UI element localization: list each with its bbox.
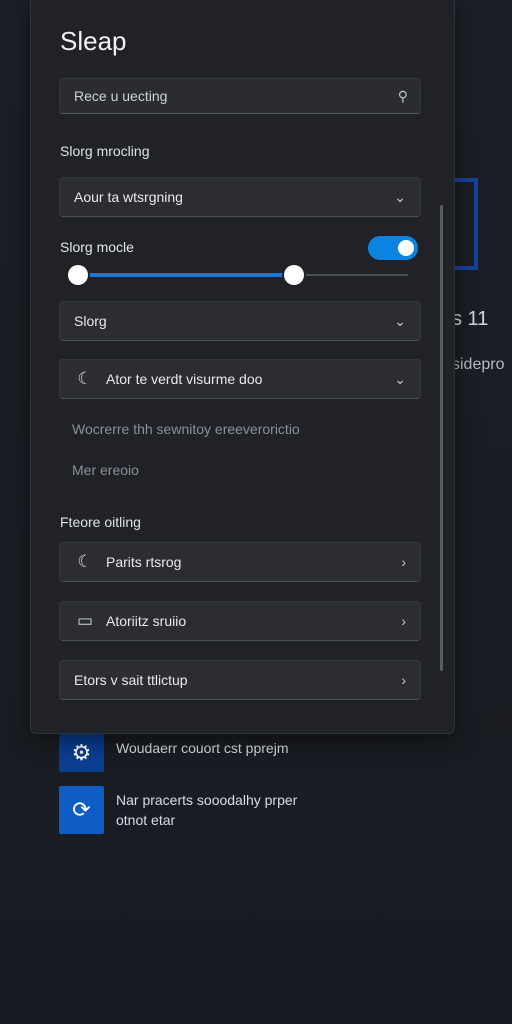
range-slider-fill [78, 273, 294, 277]
nav-item[interactable]: ▭ Atoriitz sruiio › [59, 601, 421, 641]
nav-item-label: Atoriitz sruiio [106, 613, 187, 629]
nav-item[interactable]: ☾ Parits rtsrog › [59, 542, 421, 582]
sleep-mode-toggle[interactable] [368, 236, 418, 260]
dropdown-sleep[interactable]: Slorg ⌄ [59, 301, 421, 341]
background-item-line: Nar pracerts sooodalhy prper [116, 792, 298, 808]
chevron-down-icon: ⌄ [394, 312, 406, 329]
nav-item-label: Etors v sait ttlictup [74, 672, 188, 688]
search-input[interactable]: Rece u uecting ⚲ [59, 78, 421, 114]
refresh-app-icon: ⟳ [59, 786, 104, 834]
background-item-text: Nar pracerts sooodalhy prper otnot etar [116, 786, 297, 830]
range-slider-max-handle[interactable] [284, 265, 304, 285]
background-heading-fragment: s 11 [452, 308, 489, 330]
section-heading: Slorg mrocling [60, 143, 150, 159]
panel-title: Sleap [60, 26, 127, 56]
settings-app-icon: ⚙ [59, 734, 104, 772]
toggle-knob [398, 240, 414, 256]
description-text: Mer ereoio [72, 462, 139, 478]
scrollbar[interactable] [440, 205, 443, 671]
background-list-item[interactable]: ⟳ Nar pracerts sooodalhy prper otnot eta… [59, 786, 297, 834]
chevron-down-icon: ⌄ [394, 370, 406, 387]
moon-icon: ☾ [77, 369, 93, 388]
dropdown-label: Aour ta wtsrgning [74, 189, 183, 205]
background-item-line: otnot etar [116, 812, 176, 828]
chevron-right-icon: › [401, 672, 406, 688]
dropdown-sleep-warning[interactable]: Aour ta wtsrgning ⌄ [59, 177, 421, 217]
search-icon[interactable]: ⚲ [398, 88, 408, 105]
nav-item[interactable]: Etors v sait ttlictup › [59, 660, 421, 700]
range-slider-min-handle[interactable] [68, 265, 88, 285]
background-subtext-fragment: sidepro [452, 356, 505, 373]
search-placeholder: Rece u uecting [74, 88, 168, 104]
description-text: Wocrerre thh sewnitoy ereeverorictio [72, 421, 300, 437]
chevron-right-icon: › [401, 613, 406, 629]
dropdown-verdict[interactable]: ☾ Ator te verdt visurme doo ⌄ [59, 359, 421, 399]
nav-item-label: Parits rtsrog [106, 554, 182, 570]
dropdown-label: Slorg [74, 313, 107, 329]
display-icon: ▭ [76, 611, 94, 630]
moon-icon: ☾ [77, 552, 93, 571]
dropdown-label: Ator te verdt visurme doo [106, 371, 263, 387]
toggle-label: Slorg mocle [60, 239, 134, 255]
chevron-right-icon: › [401, 554, 406, 570]
sleep-settings-panel: Sleap Rece u uecting ⚲ Slorg mrocling Ao… [30, 0, 455, 734]
background-list-item[interactable]: ⚙ Woudaerr couort cst pprejm [59, 734, 288, 772]
background-item-text: Woudaerr couort cst pprejm [116, 740, 289, 756]
chevron-down-icon: ⌄ [394, 188, 406, 205]
section-heading: Fteore oitling [60, 514, 141, 530]
